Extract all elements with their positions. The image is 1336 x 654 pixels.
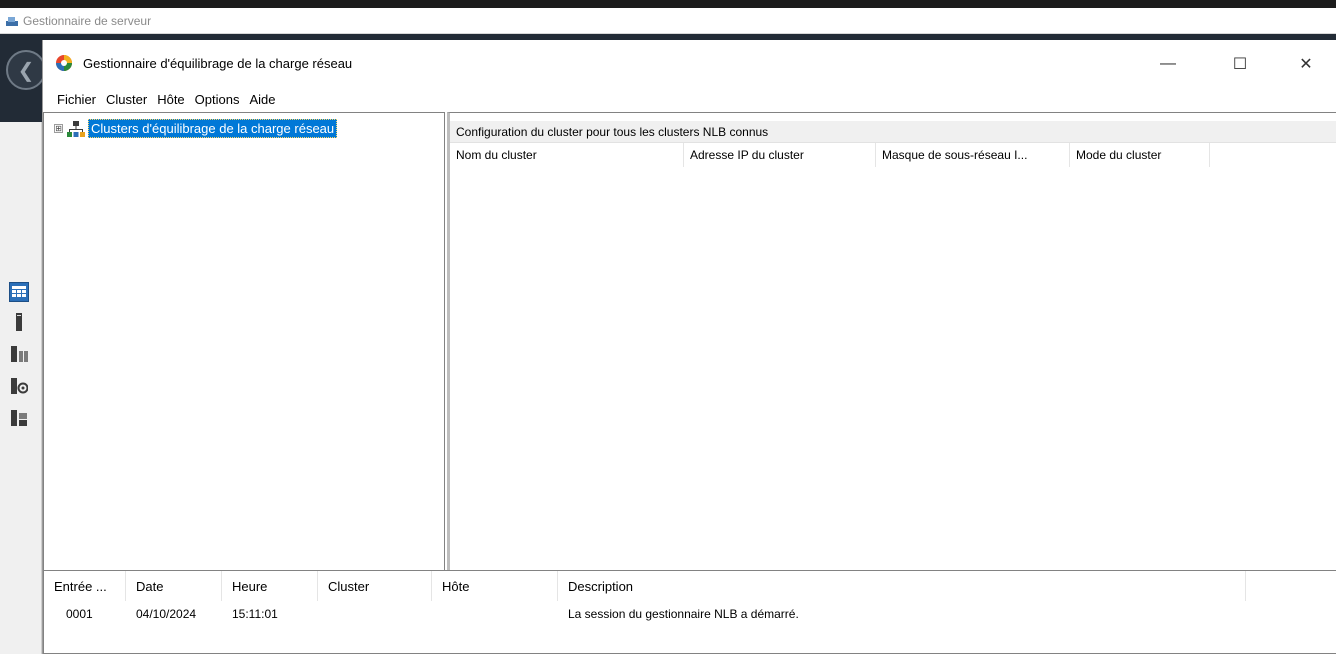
- dashboard-icon[interactable]: [9, 282, 29, 302]
- cluster-details-pane: Configuration du cluster pour tous les c…: [447, 112, 1336, 608]
- server-manager-icon: [6, 16, 18, 26]
- column-header[interactable]: Description: [558, 571, 1246, 601]
- column-header[interactable]: Adresse IP du cluster: [684, 143, 876, 167]
- maximize-button[interactable]: ☐: [1217, 50, 1263, 78]
- tree-root-item[interactable]: ⊞ Clusters d'équilibrage de la charge ré…: [54, 119, 338, 138]
- log-column-headers: Entrée ... Date Heure Cluster Hôte Descr…: [44, 571, 1246, 601]
- menu-hote[interactable]: Hôte: [153, 92, 188, 107]
- table-row[interactable]: 0001 04/10/2024 15:11:01 La session du g…: [44, 603, 1246, 625]
- nlb-manager-window: Gestionnaire d'équilibrage de la charge …: [42, 40, 1336, 654]
- window-title: Gestionnaire d'équilibrage de la charge …: [83, 56, 353, 71]
- config-header: Configuration du cluster pour tous les c…: [450, 121, 1336, 143]
- menu-bar: Fichier Cluster Hôte Options Aide: [43, 88, 1336, 110]
- minimize-button[interactable]: —: [1145, 50, 1191, 78]
- menu-fichier[interactable]: Fichier: [53, 92, 100, 107]
- log-entry: 0001: [66, 607, 93, 621]
- tree-root-label[interactable]: Clusters d'équilibrage de la charge rése…: [88, 119, 338, 138]
- server-manager-titlebar: Gestionnaire de serveur: [0, 8, 1336, 34]
- screen-top-border: [0, 0, 1336, 8]
- directory-icon[interactable]: [9, 376, 29, 396]
- servers-icon[interactable]: [9, 344, 29, 364]
- back-arrow-icon[interactable]: ❮: [6, 50, 46, 90]
- menu-options[interactable]: Options: [191, 92, 244, 107]
- column-header[interactable]: Entrée ...: [44, 571, 126, 601]
- nlb-titlebar: Gestionnaire d'équilibrage de la charge …: [43, 40, 1336, 88]
- column-header[interactable]: Heure: [222, 571, 318, 601]
- cluster-column-headers: Nom du cluster Adresse IP du cluster Mas…: [450, 143, 1210, 167]
- log-date: 04/10/2024: [136, 607, 197, 621]
- column-header[interactable]: Hôte: [432, 571, 558, 601]
- server-manager-title: Gestionnaire de serveur: [23, 13, 152, 28]
- column-header[interactable]: Nom du cluster: [450, 143, 684, 167]
- close-button[interactable]: ✕: [1283, 50, 1329, 78]
- log-time: 15:11:01: [232, 607, 278, 621]
- menu-cluster[interactable]: Cluster: [102, 92, 151, 107]
- cluster-network-icon: [67, 120, 85, 137]
- log-description: La session du gestionnaire NLB a démarré…: [568, 607, 799, 621]
- log-pane: Entrée ... Date Heure Cluster Hôte Descr…: [43, 570, 1336, 654]
- column-header[interactable]: Mode du cluster: [1070, 143, 1210, 167]
- server-manager-sidebar: [0, 122, 42, 654]
- column-header[interactable]: Masque de sous-réseau I...: [876, 143, 1070, 167]
- column-header[interactable]: Cluster: [318, 571, 432, 601]
- server-icon[interactable]: [9, 312, 29, 332]
- tree-expander-icon[interactable]: ⊞: [54, 124, 63, 133]
- column-header[interactable]: Date: [126, 571, 222, 601]
- file-services-icon[interactable]: [9, 408, 29, 428]
- nlb-app-icon: [56, 55, 72, 71]
- menu-aide[interactable]: Aide: [245, 92, 279, 107]
- cluster-tree-pane: ⊞ Clusters d'équilibrage de la charge ré…: [43, 112, 445, 608]
